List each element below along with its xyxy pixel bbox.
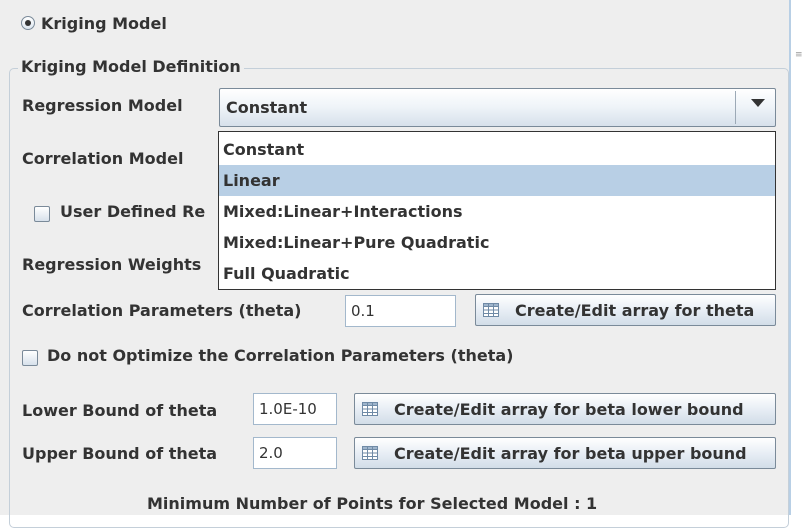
do-not-optimize-checkbox[interactable] bbox=[22, 350, 38, 366]
option-linear[interactable]: Linear bbox=[219, 165, 775, 196]
correlation-model-label: Correlation Model bbox=[22, 149, 184, 168]
regression-model-options-list: Constant Linear Mixed:Linear+Interaction… bbox=[218, 131, 776, 290]
user-defined-checkbox[interactable] bbox=[34, 206, 50, 222]
kriging-definition-title: Kriging Model Definition bbox=[18, 57, 244, 76]
table-icon bbox=[362, 402, 378, 416]
option-mixed-linear-pure-quadratic[interactable]: Mixed:Linear+Pure Quadratic bbox=[219, 227, 775, 258]
lower-bound-label: Lower Bound of theta bbox=[22, 401, 218, 420]
user-defined-label: User Defined Re bbox=[60, 202, 206, 221]
regression-model-value: Constant bbox=[226, 98, 308, 117]
correlation-parameters-label: Correlation Parameters (theta) bbox=[22, 301, 302, 320]
table-icon bbox=[362, 446, 378, 460]
right-scroll-strip bbox=[791, 0, 807, 515]
do-not-optimize-label: Do not Optimize the Correlation Paramete… bbox=[47, 346, 514, 365]
regression-weights-label: Regression Weights bbox=[22, 255, 202, 274]
edit-lower-bound-button[interactable]: Create/Edit array for beta lower bound bbox=[354, 393, 776, 425]
edit-theta-button[interactable]: Create/Edit array for theta bbox=[475, 294, 776, 326]
kriging-model-radio[interactable] bbox=[21, 16, 35, 30]
edit-upper-bound-label: Create/Edit array for beta upper bound bbox=[394, 444, 747, 463]
upper-bound-label: Upper Bound of theta bbox=[22, 444, 218, 463]
grip-icon: ≡ bbox=[795, 50, 803, 60]
min-points-text: Minimum Number of Points for Selected Mo… bbox=[147, 494, 598, 513]
option-constant[interactable]: Constant bbox=[219, 134, 775, 165]
lower-bound-input[interactable]: 1.0E-10 bbox=[253, 393, 337, 425]
regression-model-label: Regression Model bbox=[22, 96, 183, 115]
option-mixed-linear-interactions[interactable]: Mixed:Linear+Interactions bbox=[219, 196, 775, 227]
theta-input[interactable]: 0.1 bbox=[345, 295, 456, 327]
chevron-down-icon[interactable] bbox=[751, 99, 765, 107]
edit-theta-label: Create/Edit array for theta bbox=[515, 301, 755, 320]
option-full-quadratic[interactable]: Full Quadratic bbox=[219, 258, 775, 289]
edit-lower-bound-label: Create/Edit array for beta lower bound bbox=[394, 400, 744, 419]
edit-upper-bound-button[interactable]: Create/Edit array for beta upper bound bbox=[354, 437, 776, 469]
combo-separator bbox=[735, 91, 736, 124]
table-icon bbox=[483, 303, 499, 317]
kriging-model-label: Kriging Model bbox=[41, 14, 167, 33]
regression-model-select[interactable]: Constant bbox=[219, 88, 776, 127]
upper-bound-input[interactable]: 2.0 bbox=[253, 437, 337, 469]
